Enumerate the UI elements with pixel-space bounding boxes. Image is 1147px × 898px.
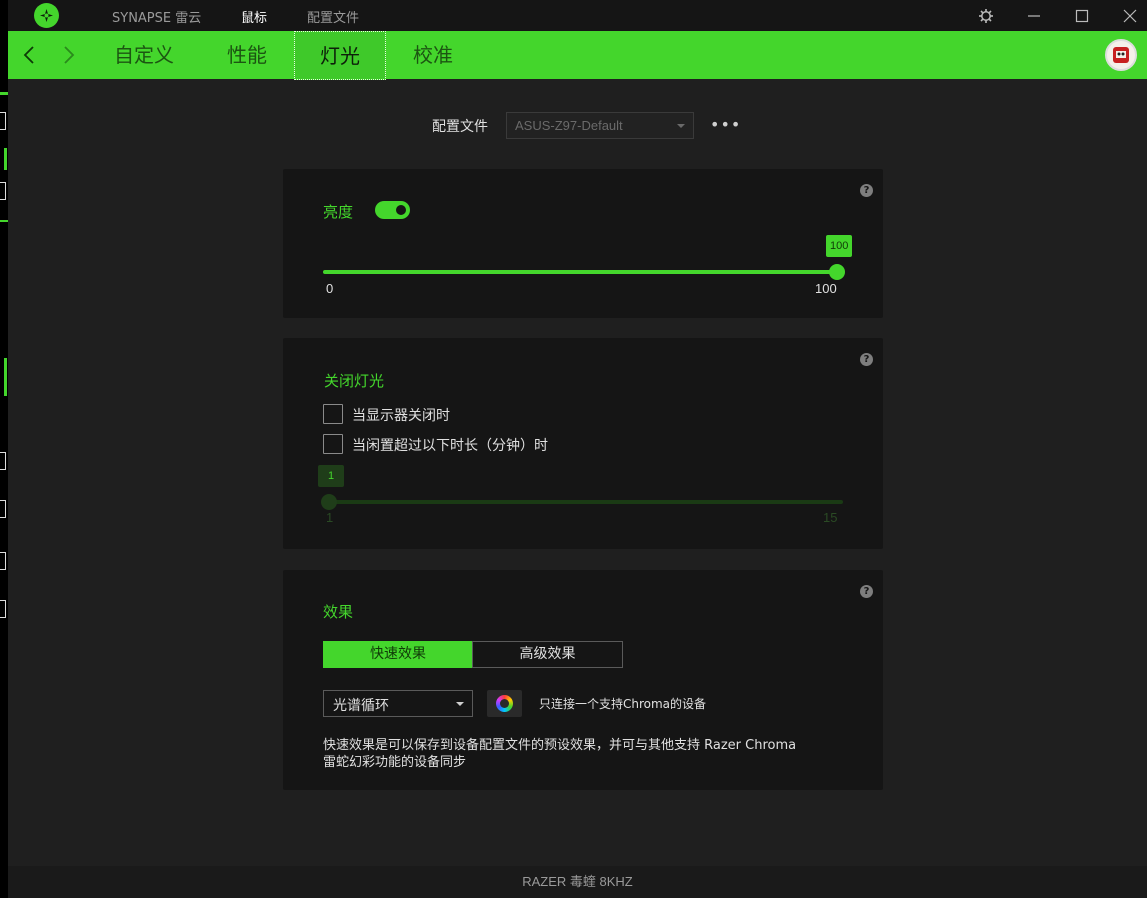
idle-slider-track[interactable] [323, 500, 843, 504]
brightness-min-label: 0 [326, 281, 334, 296]
tab-performance[interactable]: 性能 [214, 31, 280, 79]
chroma-note: 只连接一个支持Chroma的设备 [539, 697, 707, 711]
quick-effects-tab[interactable]: 快速效果 [323, 641, 473, 668]
lighting-off-title: 关闭灯光 [324, 372, 385, 390]
forward-arrow-icon[interactable] [58, 44, 78, 66]
help-icon[interactable]: ? [860, 353, 873, 366]
help-icon[interactable]: ? [860, 585, 873, 598]
synapse-window: SYNAPSE 雷云 鼠标 配置文件 自定义 性能 灯光 校准 配置文件 ASU… [8, 0, 1147, 898]
chroma-wheel-icon [496, 695, 513, 712]
minimize-icon[interactable] [1024, 6, 1044, 26]
idle-value-bubble: 1 [318, 465, 344, 487]
nav-mouse[interactable]: 鼠标 [241, 7, 267, 26]
profile-label: 配置文件 [432, 119, 488, 135]
chevron-down-icon [677, 124, 685, 128]
background-window-strip [0, 0, 8, 898]
app-name: SYNAPSE 雷云 [112, 11, 202, 26]
effect-dropdown-value: 光谱循环 [333, 698, 389, 714]
profile-dropdown[interactable]: ASUS-Z97-Default [506, 112, 694, 139]
brightness-panel: ? 亮度 100 0 100 [283, 169, 883, 318]
display-off-label: 当显示器关闭时 [352, 408, 450, 424]
effects-title: 效果 [323, 603, 354, 621]
maximize-icon[interactable] [1072, 6, 1092, 26]
chroma-color-button[interactable] [487, 690, 522, 717]
back-arrow-icon[interactable] [20, 44, 40, 66]
brightness-title: 亮度 [323, 203, 354, 221]
effect-dropdown[interactable]: 光谱循环 [323, 690, 473, 717]
brightness-max-label: 100 [815, 281, 837, 296]
effects-description: 快速效果是可以保存到设备配置文件的预设效果，并可与其他支持 Razer Chro… [323, 738, 797, 770]
tab-customize[interactable]: 自定义 [106, 31, 182, 79]
more-options-icon[interactable]: ••• [710, 117, 741, 133]
idle-min-label: 1 [326, 510, 334, 525]
brightness-slider-track[interactable] [323, 270, 837, 274]
nav-profiles[interactable]: 配置文件 [307, 7, 359, 26]
razer-logo-icon[interactable] [34, 3, 59, 28]
advanced-effects-tab[interactable]: 高级效果 [472, 641, 623, 668]
tab-bar: 自定义 性能 灯光 校准 [8, 31, 1147, 80]
device-footer: RAZER 毒蝰 8KHZ [8, 866, 1147, 898]
profile-dropdown-value: ASUS-Z97-Default [515, 118, 623, 133]
toggle-knob [394, 203, 408, 217]
idle-checkbox[interactable] [323, 434, 343, 454]
idle-max-label: 15 [823, 510, 838, 525]
tab-lighting[interactable]: 灯光 [294, 31, 386, 80]
brightness-slider-thumb[interactable] [829, 264, 845, 280]
brightness-toggle[interactable] [375, 201, 410, 219]
effects-panel: ? 效果 快速效果 高级效果 光谱循环 只连接一个支持Chroma的设备 快速效… [283, 570, 883, 790]
tab-calibration[interactable]: 校准 [400, 31, 466, 79]
help-icon[interactable]: ? [860, 184, 873, 197]
brightness-value-bubble: 100 [826, 235, 852, 257]
idle-slider-thumb[interactable] [321, 494, 337, 510]
close-icon[interactable] [1120, 6, 1140, 26]
display-off-checkbox[interactable] [323, 404, 343, 424]
settings-gear-icon[interactable] [976, 6, 996, 26]
chevron-down-icon [456, 702, 464, 706]
lighting-off-panel: ? 关闭灯光 当显示器关闭时 当闲置超过以下时长（分钟）时 1 1 15 [283, 338, 883, 549]
user-avatar[interactable] [1105, 39, 1137, 71]
idle-label: 当闲置超过以下时长（分钟）时 [352, 438, 548, 454]
title-bar: SYNAPSE 雷云 鼠标 配置文件 [8, 0, 1147, 31]
